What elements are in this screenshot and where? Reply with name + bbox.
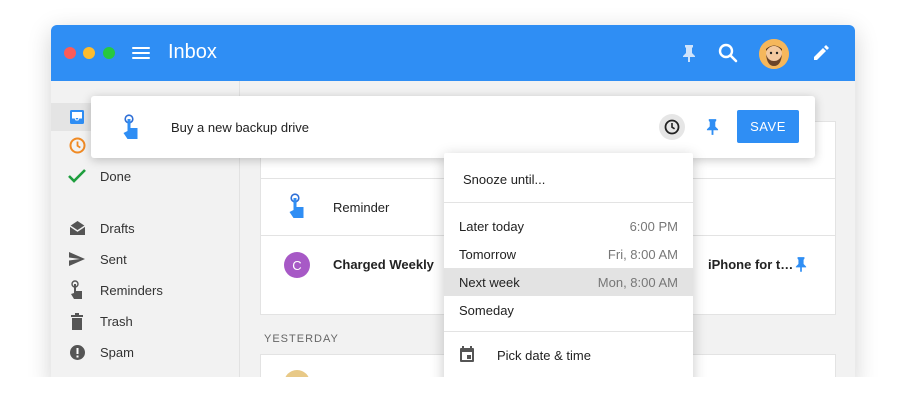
reminder-title: Reminder [333, 200, 390, 215]
sidebar-item-spam[interactable]: Spam [51, 338, 240, 366]
sidebar-item-reminders[interactable]: Reminders [51, 276, 240, 304]
check-icon [67, 166, 87, 186]
sidebar-item-label: Spam [100, 344, 134, 360]
option-label: Later today [459, 219, 525, 234]
save-button[interactable]: SAVE [737, 110, 799, 143]
sidebar-item-label: Reminders [100, 282, 163, 298]
hamburger-menu-icon[interactable] [132, 44, 152, 62]
minimize-window-button[interactable] [83, 47, 95, 59]
option-time: 6:00 PM [629, 219, 678, 234]
option-time: Fri, 8:00 AM [607, 247, 678, 262]
sidebar-item-done[interactable]: Done [51, 162, 240, 190]
reminder-composer: Buy a new backup drive SAVE [91, 96, 815, 158]
calendar-icon [459, 346, 475, 368]
sidebar-item-label: Trash [100, 313, 133, 329]
snooze-option-someday[interactable]: Someday [444, 296, 693, 324]
divider [444, 202, 693, 203]
reminder-hand-icon [287, 193, 307, 224]
sidebar-item-label: Done [100, 168, 132, 184]
sidebar-item-sent[interactable]: Sent [51, 245, 240, 273]
reminder-input[interactable]: Buy a new backup drive [171, 120, 309, 135]
pencil-icon[interactable] [807, 39, 835, 67]
option-label: Someday [459, 303, 514, 318]
sender-name: Charged Weekly [333, 257, 434, 272]
send-icon [67, 249, 87, 269]
snooze-menu: Snooze until... Later today 6:00 PM Tomo… [444, 153, 693, 393]
pick-date-time-label: Pick date & time [497, 348, 591, 363]
bottom-fade [0, 377, 915, 416]
sidebar-item-label: Sent [100, 251, 127, 267]
inbox-icon [67, 107, 87, 127]
user-avatar[interactable] [759, 39, 789, 69]
sidebar-item-drafts[interactable]: Drafts [51, 214, 240, 242]
option-time: Mon, 8:00 AM [597, 275, 678, 290]
clock-icon [664, 119, 680, 135]
divider [444, 331, 693, 332]
reminder-hand-icon [67, 280, 87, 300]
clock-icon [67, 135, 87, 155]
close-window-button[interactable] [64, 47, 76, 59]
snooze-button[interactable] [659, 114, 685, 140]
sidebar-item-label: Drafts [100, 220, 135, 236]
page-title: Inbox [168, 41, 217, 63]
snooze-option-next-week[interactable]: Next week Mon, 8:00 AM [444, 268, 693, 296]
trash-icon [67, 311, 87, 331]
search-icon[interactable] [714, 39, 742, 67]
snooze-option-later-today[interactable]: Later today 6:00 PM [444, 212, 693, 240]
sidebar-item-trash[interactable]: Trash [51, 307, 240, 335]
drafts-icon [67, 218, 87, 238]
section-label-yesterday: YESTERDAY [264, 333, 339, 345]
reminder-hand-icon [121, 114, 141, 145]
title-bar: Inbox [51, 25, 855, 81]
pick-date-time-option[interactable]: Pick date & time [444, 342, 693, 370]
pin-icon[interactable] [795, 256, 807, 277]
zoom-window-button[interactable] [103, 47, 115, 59]
pin-icon[interactable] [675, 39, 703, 67]
option-label: Next week [459, 275, 520, 290]
snooze-menu-header: Snooze until... [463, 172, 546, 187]
option-label: Tomorrow [459, 247, 517, 262]
message-subject: iPhone for t… [708, 257, 794, 272]
spam-icon [67, 342, 87, 362]
pin-icon[interactable] [706, 118, 719, 140]
snooze-option-tomorrow[interactable]: Tomorrow Fri, 8:00 AM [444, 240, 693, 268]
sender-avatar: C [284, 252, 310, 278]
